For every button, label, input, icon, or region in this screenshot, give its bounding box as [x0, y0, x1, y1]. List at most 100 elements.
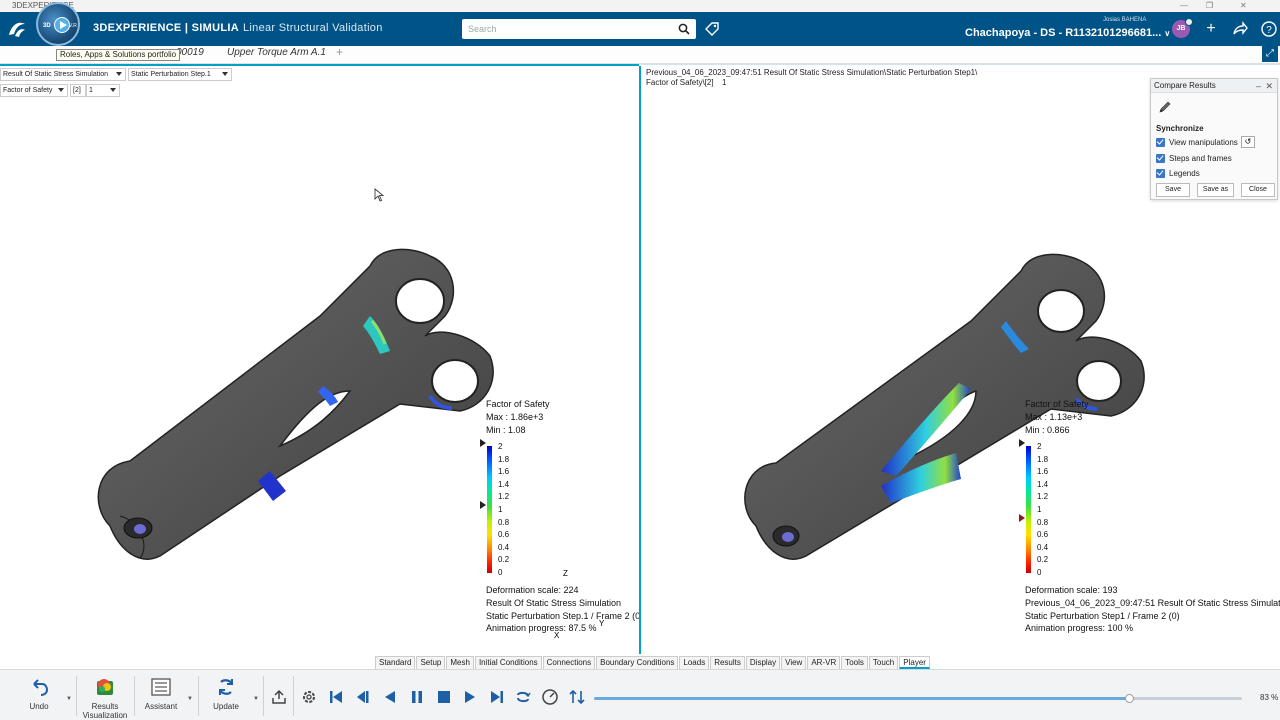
workspace-label: Chachapoya - DS - R1132101296681...	[965, 27, 1162, 39]
sort-arrows-icon[interactable]	[568, 688, 586, 706]
tab-mesh[interactable]: Mesh	[446, 656, 474, 669]
tab-results[interactable]: Results	[710, 656, 745, 669]
undo-button[interactable]: Undo	[24, 676, 54, 711]
search-box[interactable]	[462, 19, 696, 39]
colorbar-tick-label: 0.8	[498, 517, 510, 527]
torque-arm-model-right[interactable]	[731, 191, 1171, 561]
tab-view[interactable]: View	[781, 656, 807, 669]
compass-button[interactable]: 3D V.R	[36, 2, 80, 46]
last-frame-icon[interactable]	[488, 688, 506, 706]
speed-gauge-icon[interactable]	[541, 688, 559, 706]
save-as-button[interactable]: Save as	[1197, 183, 1234, 197]
results-visualization-button[interactable]: Results Visualization	[80, 676, 130, 720]
tab-standard[interactable]: Standard	[375, 656, 416, 669]
result-combo[interactable]: Result Of Static Stress Simulation	[0, 68, 126, 81]
search-input[interactable]	[462, 19, 662, 39]
update-dropdown-icon[interactable]: ▼	[253, 696, 259, 702]
colorbar-tick-label: 1.8	[1037, 454, 1049, 464]
minimize-icon[interactable]: —	[1180, 0, 1188, 12]
tab-ar-vr[interactable]: AR-VR	[807, 656, 841, 669]
help-icon[interactable]: ?	[1260, 20, 1278, 38]
tab-loads[interactable]: Loads	[679, 656, 710, 669]
plus-icon[interactable]: +	[1202, 20, 1220, 38]
loop-icon[interactable]	[514, 688, 532, 706]
tab-touch[interactable]: Touch	[868, 656, 899, 669]
add-tab-icon[interactable]: +	[336, 45, 343, 59]
workspace-selector[interactable]: Chachapoya - DS - R1132101296681... ∨	[965, 27, 1170, 39]
animation-slider-fill	[594, 697, 1129, 700]
quantity-combo[interactable]: Factor of Safety	[0, 84, 68, 97]
left-viewer[interactable]: Result Of Static Stress Simulation Stati…	[0, 66, 643, 654]
min-marker-icon[interactable]	[480, 501, 486, 509]
separator	[134, 676, 135, 716]
tag-icon[interactable]	[704, 21, 720, 37]
reset-view-icon[interactable]: ↺	[1241, 136, 1255, 148]
edit-pencil-icon[interactable]	[1158, 100, 1172, 114]
stop-icon[interactable]	[435, 688, 453, 706]
export-icon[interactable]	[270, 688, 288, 706]
settings-gear-icon[interactable]	[300, 688, 318, 706]
play-backward-icon[interactable]	[381, 688, 399, 706]
assistant-dropdown-icon[interactable]: ▼	[187, 696, 193, 702]
tab-initial-conditions[interactable]: Initial Conditions	[474, 656, 542, 669]
tab-connections[interactable]: Connections	[542, 656, 596, 669]
app-name: Linear Structural Validation	[242, 22, 383, 34]
chevron-down-icon	[116, 72, 122, 76]
step-combo[interactable]: Static Perturbation Step.1	[128, 68, 232, 81]
max-marker-icon[interactable]	[1019, 439, 1025, 447]
min-marker-icon[interactable]	[1019, 514, 1025, 522]
minimize-panel-icon[interactable]: –	[1256, 79, 1261, 93]
assistant-button[interactable]: Assistant	[140, 676, 182, 711]
animation-progress-right: Animation progress: 100 %	[1025, 623, 1134, 633]
compare-panel-header: Compare Results – ✕	[1151, 79, 1277, 93]
tab-upper-torque-arm[interactable]: Upper Torque Arm A.1	[227, 47, 326, 58]
tab-setup[interactable]: Setup	[416, 656, 446, 669]
colorbar-tick-label: 0	[498, 568, 503, 577]
play-forward-icon[interactable]	[461, 688, 479, 706]
animation-slider-thumb[interactable]	[1124, 694, 1134, 703]
brand-prefix: 3DEXPERIENCE | SIMULIA	[93, 22, 239, 34]
tab-tools[interactable]: Tools	[841, 656, 868, 669]
steps-frames-row[interactable]: Steps and frames	[1156, 154, 1232, 164]
tab-00019[interactable]: 00019	[176, 47, 204, 58]
avatar[interactable]: JB	[1172, 18, 1193, 38]
legends-row[interactable]: Legends	[1156, 169, 1200, 179]
save-button[interactable]: Save	[1156, 183, 1190, 197]
legends-checkbox[interactable]	[1156, 169, 1165, 178]
close-panel-icon[interactable]: ✕	[1265, 79, 1273, 93]
tab-display[interactable]: Display	[745, 656, 781, 669]
close-window-icon[interactable]: ✕	[1240, 0, 1247, 12]
undo-icon	[33, 679, 49, 696]
assistant-label: Assistant	[144, 702, 178, 711]
colorbar-tick-label: 1.8	[498, 454, 510, 464]
viewer-indicator	[641, 64, 1280, 65]
colorbar-tick-label: 0.4	[1037, 542, 1049, 552]
pause-icon[interactable]	[408, 688, 426, 706]
update-button[interactable]: Update	[206, 676, 246, 711]
legend-min: Min : 0.866	[1025, 425, 1070, 435]
undo-dropdown-icon[interactable]: ▼	[66, 696, 72, 702]
tab-player[interactable]: Player	[899, 656, 930, 669]
max-marker-icon[interactable]	[480, 439, 486, 447]
mode-combo[interactable]: [2]	[70, 84, 86, 97]
frame-combo[interactable]: 1	[86, 84, 120, 97]
tab-boundary-conditions[interactable]: Boundary Conditions	[596, 656, 679, 669]
expand-icon[interactable]: ⤢	[1262, 46, 1278, 62]
torque-arm-model-left[interactable]	[80, 176, 520, 566]
undo-label: Undo	[29, 702, 49, 711]
colorbar-tick-label: 0	[1037, 568, 1042, 577]
share-icon[interactable]	[1231, 20, 1249, 38]
separator	[263, 676, 264, 716]
first-frame-icon[interactable]	[327, 688, 345, 706]
restore-icon[interactable]: ❐	[1206, 0, 1213, 12]
close-button[interactable]: Close	[1241, 183, 1275, 197]
legend-max: Max : 1.86e+3	[486, 412, 544, 422]
animation-slider[interactable]	[594, 694, 1242, 703]
ds-logo-icon[interactable]	[6, 18, 28, 40]
search-icon[interactable]	[678, 23, 690, 35]
steps-frames-checkbox[interactable]	[1156, 154, 1165, 163]
view-manipulations-row[interactable]: View manipulations	[1156, 138, 1238, 148]
user-name: Josias BAHENA	[1103, 17, 1147, 23]
view-manipulations-checkbox[interactable]	[1156, 138, 1165, 147]
previous-frame-icon[interactable]	[354, 688, 372, 706]
